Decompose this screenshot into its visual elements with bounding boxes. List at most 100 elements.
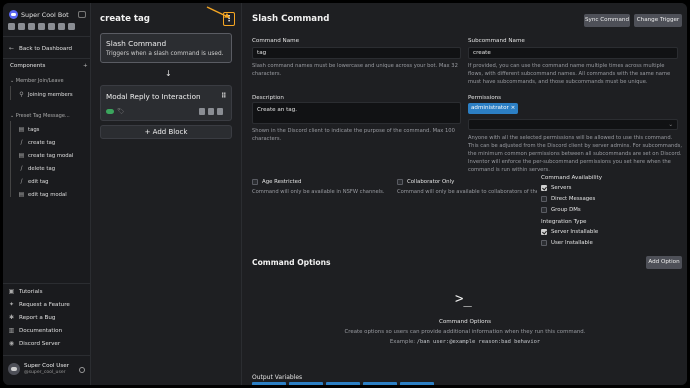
- flow-title: create tag: [100, 14, 150, 24]
- user-name: Super Cool User: [24, 363, 69, 369]
- trash-icon[interactable]: [217, 108, 223, 115]
- variable-chip[interactable]: [400, 382, 434, 385]
- add-component-icon[interactable]: +: [83, 63, 88, 69]
- command-name-input[interactable]: tag: [252, 47, 461, 59]
- example-prefix: Example:: [389, 339, 416, 345]
- group-preset-tag[interactable]: ⌄ Preset Tag Message...: [10, 113, 70, 119]
- component-delete-tag[interactable]: / delete tag: [18, 165, 55, 172]
- link-label: Tutorials: [19, 288, 43, 295]
- permissions-help: Anyone with all the selected permissions…: [468, 135, 682, 173]
- slash-icon: /: [20, 165, 23, 172]
- subcommand-input[interactable]: create: [468, 47, 678, 59]
- age-restricted-checkbox[interactable]: Age Restricted: [252, 179, 301, 185]
- group-member-join-leave[interactable]: ⌄ Member Join/Leave: [10, 78, 64, 84]
- sync-command-button[interactable]: Sync Command: [584, 14, 630, 27]
- user-card[interactable]: Super Cool User @super_cool_user: [8, 363, 69, 375]
- box-icon[interactable]: [38, 23, 45, 30]
- option-label: User Installable: [551, 240, 593, 246]
- app-window: Super Cool Bot ← Back to Dashboard Compo…: [3, 3, 687, 385]
- option-label: Group DMs: [551, 207, 581, 213]
- enabled-toggle[interactable]: [106, 109, 114, 114]
- command-name-label: Command Name: [252, 38, 300, 44]
- code-icon[interactable]: [28, 23, 35, 30]
- home-icon[interactable]: [8, 23, 15, 30]
- component-edit-tag-modal[interactable]: ▤ edit tag modal: [18, 191, 67, 198]
- settings-icon[interactable]: [68, 23, 75, 30]
- action-title: Modal Reply to Interaction: [106, 92, 201, 101]
- panel-title: Slash Command: [252, 14, 330, 24]
- discord-icon: ◉: [8, 340, 15, 347]
- availability-servers[interactable]: Servers: [541, 185, 572, 191]
- gear-icon[interactable]: [79, 367, 85, 373]
- trigger-card[interactable]: Slash Command Triggers when a slash comm…: [100, 33, 232, 63]
- request-feature-link[interactable]: ✦ Request a Feature: [8, 301, 70, 308]
- component-tags[interactable]: ▤ tags: [18, 126, 40, 133]
- discord-server-link[interactable]: ◉ Discord Server: [8, 340, 60, 347]
- change-trigger-button[interactable]: Change Trigger: [634, 14, 682, 27]
- collaborator-only-label: Collaborator Only: [407, 179, 455, 185]
- variable-chip[interactable]: [363, 382, 397, 385]
- trigger-desc: Triggers when a slash command is used.: [106, 51, 224, 57]
- bot-header[interactable]: Super Cool Bot: [9, 10, 69, 19]
- arrow-down-icon: ↓: [165, 69, 172, 78]
- flow-panel: create tag ⋮ Slash Command Triggers when…: [92, 3, 242, 385]
- component-label: tags: [28, 126, 40, 133]
- subcommand-label: Subcommand Name: [468, 38, 525, 44]
- action-card[interactable]: Modal Reply to Interaction ⠿ 🏷: [100, 85, 232, 121]
- group-line: [10, 86, 11, 100]
- modal-icon: ▤: [18, 152, 25, 159]
- option-label: Servers: [551, 185, 572, 191]
- component-edit-tag[interactable]: / edit tag: [18, 178, 49, 185]
- component-create-tag-modal[interactable]: ▤ create tag modal: [18, 152, 74, 159]
- component-create-tag[interactable]: / create tag: [18, 139, 55, 146]
- collapse-icon[interactable]: [199, 108, 205, 115]
- permissions-select[interactable]: ⌄: [468, 119, 678, 130]
- list-icon[interactable]: [48, 23, 55, 30]
- slash-icon: /: [20, 178, 23, 185]
- component-joining-members[interactable]: ⚲ Joining members: [18, 91, 72, 98]
- grid-icon[interactable]: [18, 23, 25, 30]
- tutorials-link[interactable]: ▣ Tutorials: [8, 288, 43, 295]
- docs-icon: ▥: [8, 327, 15, 334]
- checkbox-checked-icon: [541, 185, 547, 191]
- description-input[interactable]: Create an tag.: [252, 102, 461, 124]
- group-label: Preset Tag Message...: [15, 113, 70, 119]
- link-label: Discord Server: [19, 340, 61, 347]
- divider: [3, 355, 91, 356]
- terminal-icon: >_: [455, 291, 472, 307]
- collaborator-only-checkbox[interactable]: Collaborator Only: [397, 179, 454, 185]
- collapse-sidebar-icon[interactable]: [78, 11, 86, 18]
- user-handle: @super_cool_user: [24, 370, 66, 375]
- back-label: Back to Dashboard: [19, 45, 73, 52]
- documentation-link[interactable]: ▥ Documentation: [8, 327, 62, 334]
- link-label: Request a Feature: [19, 301, 70, 308]
- checkbox-icon: [541, 240, 547, 246]
- copy-icon[interactable]: [208, 108, 214, 115]
- empty-state-example: Example: /ban user:@example reason:bad b…: [243, 339, 687, 345]
- modal-icon: ▤: [18, 191, 25, 198]
- checkbox-icon: [252, 179, 258, 185]
- chart-icon[interactable]: [58, 23, 65, 30]
- variable-chip[interactable]: [326, 382, 360, 385]
- drag-handle-icon[interactable]: ⠿: [221, 92, 227, 100]
- output-variables-heading: Output Variables: [252, 374, 303, 381]
- availability-dms[interactable]: Direct Messages: [541, 196, 595, 202]
- user-plus-icon: ⚲: [19, 91, 24, 98]
- avatar: [8, 363, 20, 375]
- arrow-left-icon: ←: [8, 45, 15, 52]
- components-heading: Components +: [10, 63, 88, 69]
- integration-user[interactable]: User Installable: [541, 240, 593, 246]
- variable-chip[interactable]: [289, 382, 323, 385]
- tag-icon: 🏷: [117, 108, 125, 115]
- availability-group-dms[interactable]: Group DMs: [541, 207, 581, 213]
- variable-chip[interactable]: [252, 382, 286, 385]
- component-label: edit tag: [28, 178, 49, 185]
- permission-chip-administrator[interactable]: administrator ×: [468, 103, 519, 114]
- components-label: Components: [10, 63, 46, 69]
- add-block-button[interactable]: + Add Block: [100, 125, 232, 139]
- integration-server[interactable]: Server Installable: [541, 229, 598, 235]
- report-bug-link[interactable]: ✱ Report a Bug: [8, 314, 55, 321]
- description-label: Description: [252, 95, 284, 101]
- add-option-button[interactable]: Add Option: [646, 256, 682, 269]
- back-to-dashboard-link[interactable]: ← Back to Dashboard: [8, 45, 72, 52]
